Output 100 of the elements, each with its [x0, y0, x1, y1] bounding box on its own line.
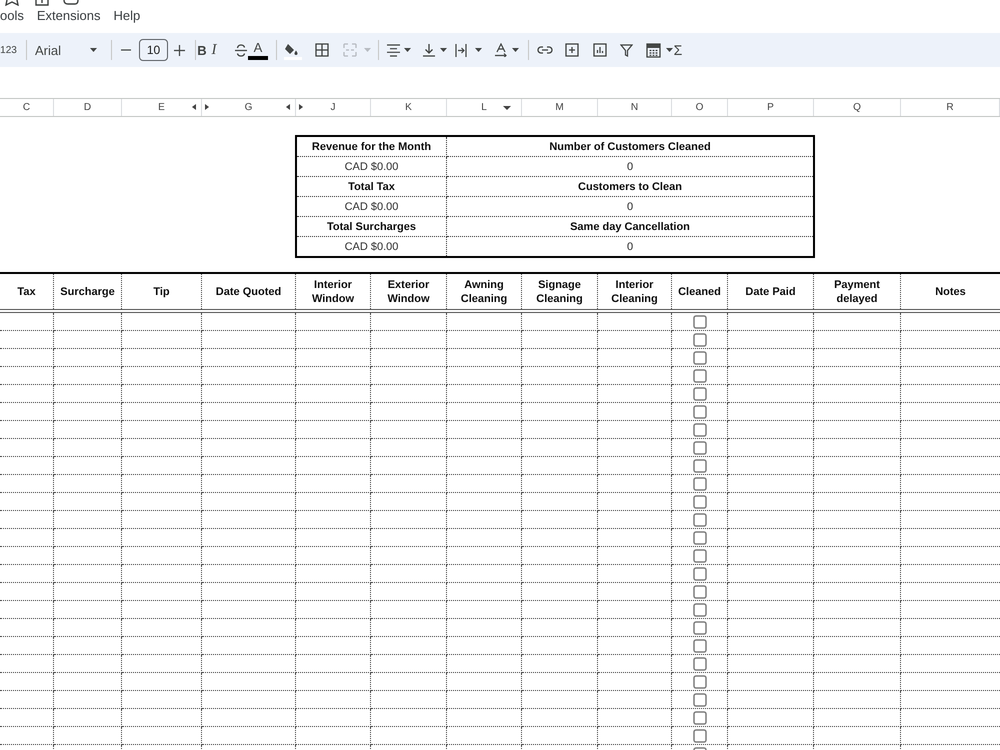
- checkbox[interactable]: [692, 476, 706, 490]
- right-arrow-icon[interactable]: [299, 104, 303, 110]
- column-heading: Date Quoted: [216, 284, 282, 298]
- caret-icon[interactable]: [404, 48, 411, 52]
- left-arrow-icon[interactable]: [192, 104, 196, 110]
- checkbox[interactable]: [692, 566, 706, 580]
- checkbox[interactable]: [692, 332, 706, 346]
- table-cell: [0, 511, 54, 529]
- strikethrough-icon[interactable]: [234, 44, 248, 56]
- column-header[interactable]: P: [728, 99, 814, 116]
- checkbox[interactable]: [692, 350, 706, 364]
- checkbox[interactable]: [692, 674, 706, 688]
- link-icon[interactable]: [537, 46, 553, 54]
- chart-icon[interactable]: [593, 43, 607, 57]
- column-header[interactable]: O: [672, 99, 728, 116]
- column-header[interactable]: N: [598, 99, 672, 116]
- menu-item[interactable]: Extensions: [36, 7, 100, 25]
- checkbox[interactable]: [692, 656, 706, 670]
- column-header[interactable]: G: [202, 99, 296, 116]
- merge-cells-icon[interactable]: [343, 43, 357, 57]
- table-cell: [54, 367, 122, 385]
- table-cell: [54, 493, 122, 511]
- column-header[interactable]: M: [522, 99, 598, 116]
- column-header[interactable]: Q: [814, 99, 901, 116]
- table-cell: [0, 421, 54, 439]
- checkbox[interactable]: [692, 314, 706, 328]
- table-cell: [0, 493, 54, 511]
- checkbox[interactable]: [692, 404, 706, 418]
- table-cell: [0, 349, 54, 367]
- table-cell: [54, 637, 122, 655]
- column-header[interactable]: R: [901, 99, 1000, 116]
- column-header[interactable]: K: [371, 99, 447, 116]
- checkbox[interactable]: [692, 692, 706, 706]
- font-dropdown[interactable]: Arial: [27, 38, 105, 62]
- cloud-icon[interactable]: [63, 0, 79, 6]
- table-cell: [54, 727, 122, 745]
- checkbox[interactable]: [692, 368, 706, 382]
- summary-label: Revenue for the Month: [312, 140, 432, 152]
- table-cell: [0, 403, 54, 421]
- text-color-button[interactable]: A: [248, 40, 268, 60]
- filter-icon[interactable]: [620, 44, 633, 56]
- checkbox[interactable]: [692, 584, 706, 598]
- checkbox[interactable]: [692, 620, 706, 634]
- checkbox[interactable]: [692, 458, 706, 472]
- caret-icon[interactable]: [512, 48, 519, 52]
- column-header[interactable]: L: [447, 99, 522, 116]
- font-size-field[interactable]: 10: [139, 39, 168, 61]
- minus-icon[interactable]: [121, 49, 131, 51]
- caret-icon[interactable]: [475, 48, 482, 52]
- checkbox[interactable]: [692, 638, 706, 652]
- folder-icon[interactable]: [35, 0, 49, 6]
- align-center-icon[interactable]: [387, 44, 400, 56]
- table-cell: [0, 475, 54, 493]
- checkbox[interactable]: [692, 494, 706, 508]
- caret-icon[interactable]: [440, 48, 447, 52]
- table-cell: [0, 655, 54, 673]
- checkbox[interactable]: [692, 548, 706, 562]
- checkbox[interactable]: [692, 386, 706, 400]
- paint-bucket-icon[interactable]: [284, 42, 302, 60]
- menu-item[interactable]: Help: [113, 7, 140, 25]
- column-header[interactable]: C: [0, 99, 54, 116]
- align-bottom-icon[interactable]: [423, 44, 435, 56]
- caret-icon[interactable]: [666, 48, 673, 52]
- table-cell: [0, 619, 54, 637]
- table-icon[interactable]: [646, 42, 661, 58]
- plus-icon[interactable]: [174, 44, 185, 56]
- table-cell: [0, 637, 54, 655]
- borders-icon[interactable]: [315, 43, 329, 57]
- table-cell: [0, 529, 54, 547]
- left-arrow-icon[interactable]: [286, 104, 290, 110]
- summary-value: 0: [626, 160, 634, 172]
- checkbox[interactable]: [692, 422, 706, 436]
- checkbox[interactable]: [692, 530, 706, 544]
- column-header[interactable]: D: [54, 99, 122, 116]
- text-rotation-icon[interactable]: [494, 43, 508, 57]
- checkbox[interactable]: [692, 440, 706, 454]
- number-format-button[interactable]: 123: [0, 44, 17, 56]
- table-cell: [0, 439, 54, 457]
- checkbox[interactable]: [692, 710, 706, 724]
- summary-label: Customers to Clean: [578, 180, 682, 192]
- column-heading: Surcharge: [60, 284, 115, 298]
- table-cell: [54, 673, 122, 691]
- italic-button[interactable]: I: [208, 42, 220, 58]
- menu-item[interactable]: ools: [0, 7, 24, 25]
- functions-button[interactable]: Σ: [673, 42, 683, 58]
- right-arrow-icon[interactable]: [205, 104, 209, 110]
- table-cell: [0, 709, 54, 727]
- add-comment-icon[interactable]: [565, 43, 579, 57]
- table-cell: [0, 367, 54, 385]
- checkbox[interactable]: [692, 512, 706, 526]
- caret-icon[interactable]: [503, 106, 511, 110]
- summary-value: CAD $0.00: [344, 160, 398, 172]
- bold-button[interactable]: B: [196, 42, 208, 58]
- table-cell: [54, 583, 122, 601]
- checkbox[interactable]: [692, 728, 706, 742]
- summary-label: Total Tax: [348, 180, 395, 192]
- text-wrap-icon[interactable]: [455, 44, 467, 56]
- column-header[interactable]: E: [122, 99, 202, 116]
- checkbox[interactable]: [692, 602, 706, 616]
- column-header[interactable]: J: [296, 99, 371, 116]
